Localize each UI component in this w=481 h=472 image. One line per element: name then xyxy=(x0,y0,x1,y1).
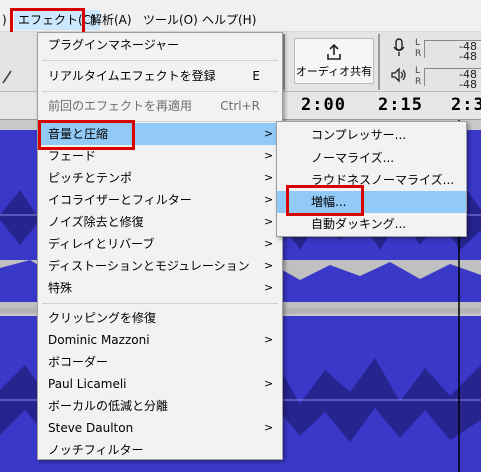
menu-item-shortcut: Ctrl+R xyxy=(220,99,260,113)
toolbar-divider xyxy=(378,34,380,90)
submenu-arrow-icon: > xyxy=(264,421,274,434)
meter-left-label: L xyxy=(415,38,421,48)
menu-item-shortcut: E xyxy=(252,69,260,83)
submenu-arrow-icon: > xyxy=(264,171,274,184)
speaker-icon[interactable] xyxy=(390,66,408,87)
submenu-arrow-icon: > xyxy=(264,333,274,346)
meter-value: -48 xyxy=(459,78,477,91)
menu-item-label: プラグインマネージャー xyxy=(48,38,180,52)
menu-analyze[interactable]: 解析(A) xyxy=(86,10,136,30)
menu-item-label: 前回のエフェクトを再適用 xyxy=(48,99,193,113)
menu-item-dominic-mazzoni[interactable]: Dominic Mazzoni > xyxy=(38,329,282,351)
menu-item-eq-filter[interactable]: イコライザーとフィルター > xyxy=(38,189,282,211)
menu-item-label: ボーカルの低減と分離 xyxy=(48,399,169,413)
share-audio-button[interactable]: オーディオ共有 xyxy=(294,38,374,84)
menu-item-label: クリッピングを修復 xyxy=(48,311,157,325)
menu-separator xyxy=(42,121,278,122)
meter-right-label: R xyxy=(415,49,422,59)
submenu-item-label: ノーマライズ... xyxy=(311,151,395,165)
menu-item-label: リアルタイムエフェクトを登録 xyxy=(48,69,216,83)
submenu-item-auto-duck[interactable]: 自動ダッキング... xyxy=(277,213,466,235)
submenu-item-label: ラウドネスノーマライズ... xyxy=(311,173,455,187)
submenu-item-normalize[interactable]: ノーマライズ... xyxy=(277,147,466,169)
submenu-item-label: コンプレッサー... xyxy=(311,128,407,142)
pencil-tool-icon[interactable] xyxy=(0,66,12,88)
menu-item-delay-reverb[interactable]: ディレイとリバーブ > xyxy=(38,233,282,255)
menu-item-label: ノッチフィルター xyxy=(48,443,144,457)
volume-compression-submenu: コンプレッサー... ノーマライズ... ラウドネスノーマライズ... 増幅..… xyxy=(276,121,467,237)
effect-menu: プラグインマネージャー リアルタイムエフェクトを登録 E 前回のエフェクトを再適用… xyxy=(37,32,283,460)
menu-item-label: ディレイとリバーブ xyxy=(48,237,155,251)
menu-separator xyxy=(42,303,278,304)
menu-bar: ) エフェクト(C) 解析(A) ツール(O) ヘルプ(H) xyxy=(0,0,481,32)
menu-item-label: ディストーションとモジュレーション xyxy=(48,259,250,273)
menu-tools[interactable]: ツール(O) xyxy=(139,10,202,30)
menu-previous-cutoff[interactable]: ) xyxy=(0,10,11,30)
menu-item-vocal-reduction[interactable]: ボーカルの低減と分離 xyxy=(38,395,282,417)
ruler-tick-label: 2:30 xyxy=(451,95,481,115)
menu-separator xyxy=(42,91,278,92)
submenu-arrow-icon: > xyxy=(264,281,274,294)
menu-item-clip-fix[interactable]: クリッピングを修復 xyxy=(38,307,282,329)
meter-left-label: L xyxy=(415,66,421,76)
menu-item-vocoder[interactable]: ボコーダー xyxy=(38,351,282,373)
menu-item-label: Dominic Mazzoni xyxy=(48,333,150,347)
menu-item-label: 特殊 xyxy=(48,281,73,295)
submenu-item-compressor[interactable]: コンプレッサー... xyxy=(277,124,466,146)
menu-item-noise-repair[interactable]: ノイズ除去と修復 > xyxy=(38,211,282,233)
menu-item-notch-filter[interactable]: ノッチフィルター xyxy=(38,439,282,461)
submenu-arrow-icon: > xyxy=(264,237,274,250)
submenu-item-label: 増幅... xyxy=(311,195,347,209)
meter-right-label: R xyxy=(415,77,422,87)
ruler-tick-label: 2:15 xyxy=(378,95,423,115)
meter-value: -48 xyxy=(459,50,477,63)
submenu-arrow-icon: > xyxy=(264,149,274,162)
menu-item-label: イコライザーとフィルター xyxy=(48,193,192,207)
submenu-item-label: 自動ダッキング... xyxy=(311,217,407,231)
submenu-arrow-icon: > xyxy=(264,377,274,390)
menu-item-plugin-manager[interactable]: プラグインマネージャー xyxy=(38,34,282,56)
menu-help[interactable]: ヘルプ(H) xyxy=(198,10,260,30)
toolbar-divider xyxy=(283,34,285,90)
menu-item-label: ノイズ除去と修復 xyxy=(48,215,144,229)
menu-item-label: Steve Daulton xyxy=(48,421,134,435)
menu-item-label: 音量と圧縮 xyxy=(48,127,109,141)
menu-item-special[interactable]: 特殊 > xyxy=(38,277,282,299)
menu-item-repeat-last-effect: 前回のエフェクトを再適用 Ctrl+R xyxy=(38,95,282,117)
submenu-item-amplify[interactable]: 増幅... xyxy=(277,191,466,213)
submenu-arrow-icon: > xyxy=(264,193,274,206)
submenu-arrow-icon: > xyxy=(264,259,274,272)
submenu-arrow-icon: > xyxy=(264,127,274,140)
menu-separator xyxy=(42,60,278,61)
menu-item-pitch-tempo[interactable]: ピッチとテンポ > xyxy=(38,167,282,189)
menu-item-fade[interactable]: フェード > xyxy=(38,145,282,167)
menu-item-label: フェード xyxy=(48,149,97,163)
menu-item-steve-daulton[interactable]: Steve Daulton > xyxy=(38,417,282,439)
ruler-tick-label: 2:00 xyxy=(301,95,346,115)
menu-item-label: Paul Licameli xyxy=(48,377,127,391)
microphone-icon[interactable] xyxy=(392,38,406,61)
submenu-item-loudness-normalize[interactable]: ラウドネスノーマライズ... xyxy=(277,169,466,191)
menu-item-paul-licameli[interactable]: Paul Licameli > xyxy=(38,373,282,395)
menu-item-label: ピッチとテンポ xyxy=(48,171,133,185)
share-icon xyxy=(325,43,343,61)
menu-item-distortion-modulation[interactable]: ディストーションとモジュレーション > xyxy=(38,255,282,277)
menu-item-label: ボコーダー xyxy=(48,355,109,369)
share-audio-label: オーディオ共有 xyxy=(295,65,373,78)
menu-item-volume-compression[interactable]: 音量と圧縮 > xyxy=(38,123,282,145)
submenu-arrow-icon: > xyxy=(264,215,274,228)
menu-item-register-realtime-effect[interactable]: リアルタイムエフェクトを登録 E xyxy=(38,65,282,87)
